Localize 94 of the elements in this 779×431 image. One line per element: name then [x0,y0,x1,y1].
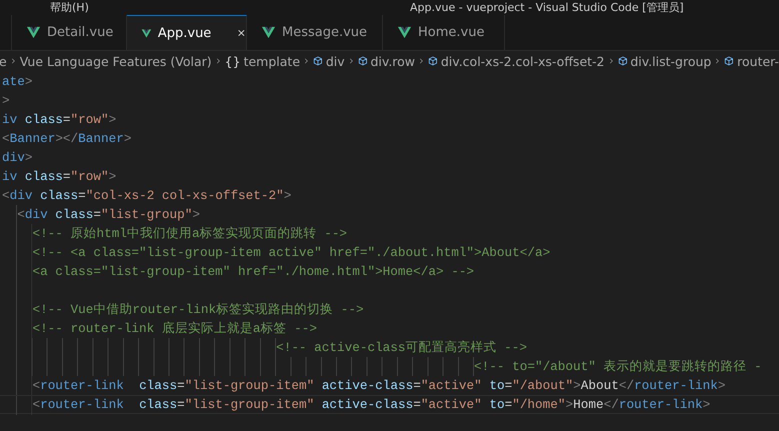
editor-tab[interactable]: Home.vue [383,15,505,50]
code-token: iv [2,112,18,127]
code-token: > [573,378,581,393]
code-token: class [54,207,94,222]
code-token: = [62,112,71,127]
symbol-glyph: {} [224,54,241,68]
code-token: </ [618,378,634,393]
breadcrumb-item[interactable]: router- [737,54,779,68]
code-token: < [2,188,10,203]
code-token: "list-group" [101,207,192,222]
cube-icon [313,54,323,68]
code-token: "/home" [512,397,566,412]
code-token: router-link [40,378,124,393]
code-token: > [2,93,10,108]
code-token: div [10,188,32,203]
code-token: < [32,397,40,412]
code-token: class [24,169,63,184]
code-token: "list-group-item" [184,378,314,393]
breadcrumb-item[interactable]: div.list-group [630,54,712,68]
code-token: = [177,378,185,393]
cube-icon [428,54,438,68]
code-token: class [138,378,178,393]
code-token: to [488,378,505,393]
code-token: div [2,150,25,165]
code-token: "col-xs-2 col-xs-offset-2" [86,188,284,203]
cube-icon [358,54,368,68]
code-token: = [78,188,86,203]
code-token: </ [604,397,619,412]
cube-icon [724,54,734,68]
code-token: About [580,378,619,393]
code-token: = [93,207,101,222]
code-token: > [24,74,32,89]
code-token: = [504,378,512,393]
code-token: ></ [55,131,78,146]
code-token: > [108,112,116,127]
code-token: > [702,397,710,412]
code-token: "row" [70,169,109,184]
breadcrumb-item[interactable]: e [0,54,7,68]
code-token: "list-group-item" [184,397,314,412]
code-token: "row" [70,112,109,127]
code-token: ate [2,74,25,89]
code-token: "active" [420,378,482,393]
code-token: class [39,188,78,203]
breadcrumb-item[interactable]: div.row [370,54,416,68]
breadcrumb-item[interactable]: div [326,54,345,68]
code-token: = [413,378,421,393]
vue-logo-icon [261,25,276,40]
code-token: to [488,397,505,412]
code-token: = [177,397,185,412]
code-token: active-class [320,378,414,393]
code-token: Home [573,397,604,412]
code-token: < [2,131,10,146]
code-token: router-link [618,397,703,412]
code-token: > [718,378,726,393]
code-token: > [192,207,200,222]
code-token: iv [2,169,18,184]
code-token: <a class="list-group-item" href="./home.html">Home</a> --> [32,264,474,279]
code-token: class [138,397,178,412]
code-token: div [24,207,48,222]
code-token: = [62,169,71,184]
code-token: Banner [78,131,124,146]
editor-tab[interactable]: App.vue [127,15,247,50]
code-token: <!-- router-link 底层实际上就是a标签 --> [32,321,317,336]
breadcrumb-item[interactable]: Vue Language Features (Volar) [20,54,212,68]
code-token: <!-- active-class可配置高亮样式 --> [276,340,527,355]
code-token: <!-- Vue中借助router-link标签实现路由的切换 --> [32,302,364,317]
code-token: > [566,397,574,412]
code-token: < [17,207,25,222]
code-token: = [504,397,512,412]
code-token: Banner [10,131,56,146]
code-token: active-class [320,397,414,412]
window-title: App.vue - vueproject - Visual Studio Code [管理员] [410,0,684,15]
menu-item[interactable]: 帮助(H) [50,1,89,14]
vue-logo-icon [397,25,412,40]
code-token: > [284,188,292,203]
editor-tab[interactable]: Message.vue [247,15,383,50]
code-token: class [24,112,63,127]
vue-logo-icon [26,25,41,40]
code-token: > [108,169,116,184]
code-token: <!-- to="/about" 表示的就是要跳转的路径 - [474,359,762,374]
code-token: <!-- <a class="list-group-item active" href="./about.html">About</a> [32,245,550,260]
close-icon [237,27,246,39]
breadcrumb-item[interactable]: template [244,54,300,68]
code-token: "active" [420,397,482,412]
code-token: "/about" [512,378,574,393]
code-token: <!-- 原始html中我们使用a标签实现页面的跳转 --> [32,226,348,241]
code-token: router-link [40,397,124,412]
code-token: < [32,378,40,393]
code-token: > [24,150,32,165]
code-token: = [413,397,421,412]
code-token: router-link [634,378,718,393]
code-token: > [124,131,132,146]
breadcrumb-item[interactable]: div.col-xs-2.col-xs-offset-2 [440,54,605,68]
cube-icon [618,54,628,68]
